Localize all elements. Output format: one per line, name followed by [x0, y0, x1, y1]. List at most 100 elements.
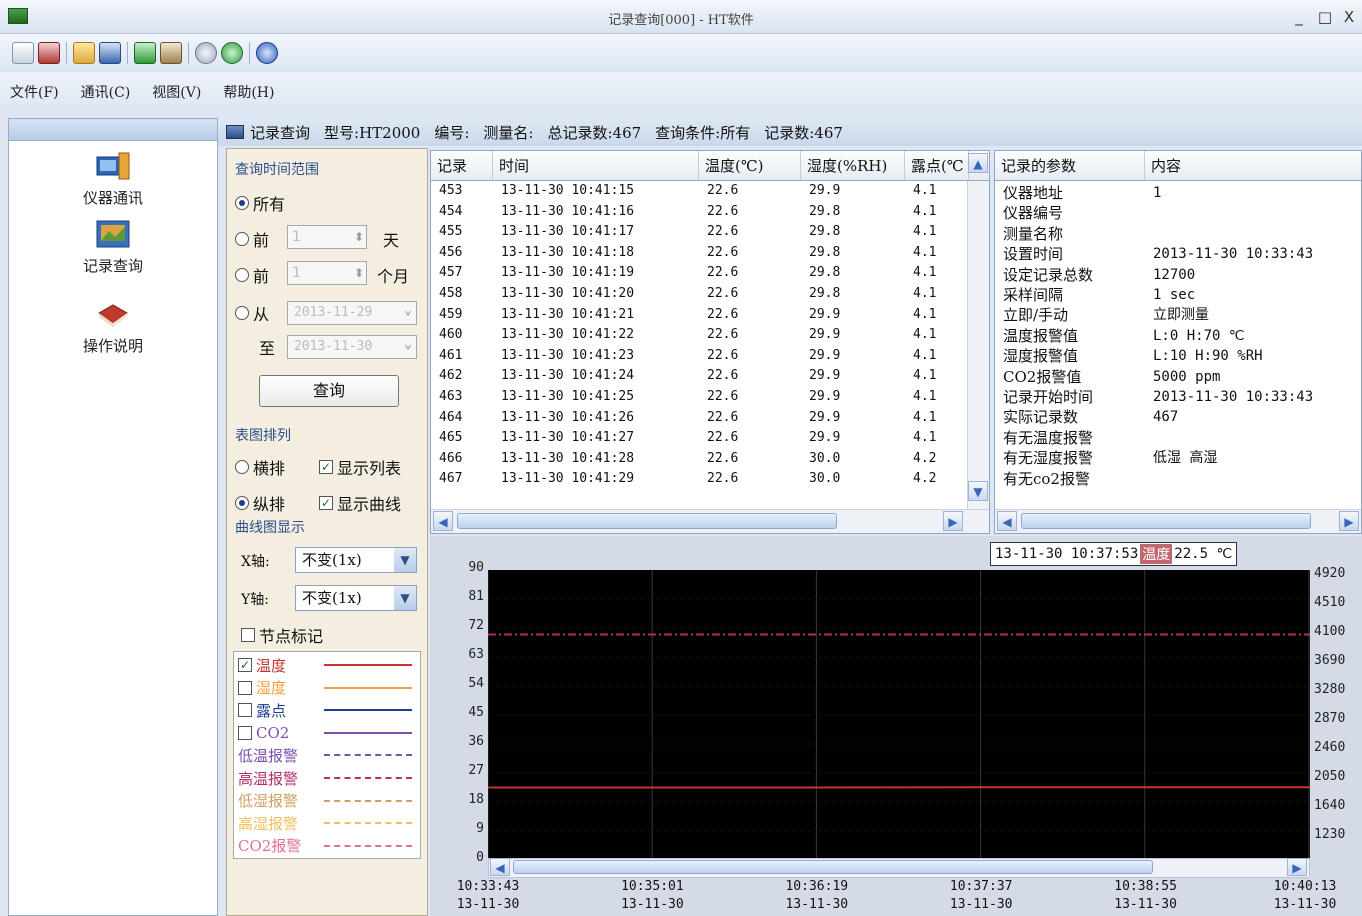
- legend-item[interactable]: 低温报警: [234, 744, 420, 766]
- records-horizontal-scrollbar[interactable]: ◀ ▶: [431, 509, 989, 533]
- menu-help[interactable]: 帮助(H): [223, 82, 274, 102]
- radio-unselected-icon: [235, 306, 249, 320]
- col-header-record[interactable]: 记录: [431, 151, 493, 181]
- days-stepper[interactable]: 1: [287, 225, 367, 249]
- table-cell: 29.9: [809, 368, 841, 384]
- col-header-content[interactable]: 内容: [1145, 151, 1361, 181]
- table-row[interactable]: 455 13-11-30 10:41:17 22.6 29.8 4.1: [431, 222, 967, 242]
- nav-item-record-query[interactable]: 记录查询: [9, 219, 217, 276]
- grid-icon[interactable]: [12, 42, 34, 64]
- maximize-button[interactable]: □: [1316, 8, 1334, 26]
- query-button[interactable]: 查询: [259, 375, 399, 407]
- table-row[interactable]: 463 13-11-30 10:41:25 22.6 29.9 4.1: [431, 387, 967, 407]
- scrollbar-thumb[interactable]: [457, 513, 837, 529]
- legend-item[interactable]: 高温报警: [234, 767, 420, 789]
- scroll-up-icon[interactable]: ▲: [968, 153, 988, 173]
- nav-label: 仪器通讯: [82, 189, 143, 207]
- scroll-right-icon[interactable]: ▶: [943, 511, 963, 531]
- checkbox-checked-icon[interactable]: ✓: [238, 658, 252, 672]
- menu-communication[interactable]: 通讯(C): [81, 82, 131, 102]
- save-icon[interactable]: [99, 42, 121, 64]
- table-cell: 457: [439, 265, 463, 281]
- table-cell: 4.1: [913, 224, 937, 240]
- table-row[interactable]: 453 13-11-30 10:41:15 22.6 29.9 4.1: [431, 181, 967, 201]
- params-horizontal-scrollbar[interactable]: ◀ ▶: [995, 509, 1361, 533]
- table-row[interactable]: 459 13-11-30 10:41:21 22.6 29.9 4.1: [431, 305, 967, 325]
- print-icon[interactable]: [160, 42, 182, 64]
- radio-previous-days[interactable]: 前: [235, 227, 269, 251]
- scrollbar-thumb[interactable]: [513, 860, 1153, 874]
- table-row[interactable]: 454 13-11-30 10:41:16 22.6 29.8 4.1: [431, 202, 967, 222]
- table-cell: 22.6: [707, 286, 739, 301]
- radio-previous-months[interactable]: 前: [235, 263, 269, 287]
- scroll-right-icon[interactable]: ▶: [1287, 858, 1307, 876]
- help-icon[interactable]: [256, 42, 278, 64]
- legend-item[interactable]: 湿度: [234, 677, 420, 699]
- y-tick-label-right: 4510: [1314, 595, 1346, 610]
- x-tick-date: 13-11-30: [1114, 897, 1177, 912]
- export-icon[interactable]: [134, 42, 156, 64]
- table-row[interactable]: 465 13-11-30 10:41:27 22.6 29.9 4.1: [431, 428, 967, 448]
- table-row[interactable]: 456 13-11-30 10:41:18 22.6 29.8 4.1: [431, 243, 967, 263]
- title-bar: 记录查询[000] - HT软件 _ □ X: [0, 0, 1362, 34]
- chart-plot-area[interactable]: [488, 570, 1310, 860]
- power-icon[interactable]: [195, 42, 217, 64]
- col-header-dewpoint[interactable]: 露点(℃: [905, 151, 969, 181]
- records-vertical-scrollbar[interactable]: ▲ ▼: [967, 153, 989, 511]
- checkbox-unchecked-icon[interactable]: [238, 703, 252, 718]
- table-row[interactable]: 461 13-11-30 10:41:23 22.6 29.9 4.1: [431, 346, 967, 366]
- legend-item[interactable]: CO2: [234, 722, 420, 744]
- radio-vertical[interactable]: 纵排: [235, 491, 285, 515]
- col-header-time[interactable]: 时间: [493, 151, 699, 181]
- scrollbar-thumb[interactable]: [1021, 513, 1311, 529]
- table-row[interactable]: 460 13-11-30 10:41:22 22.6 29.9 4.1: [431, 325, 967, 345]
- scroll-left-icon[interactable]: ◀: [490, 858, 510, 876]
- table-row[interactable]: 467 13-11-30 10:41:29 22.6 30.0 4.2: [431, 469, 967, 489]
- checkbox-show-list[interactable]: ✓ 显示列表: [319, 455, 401, 479]
- radio-all[interactable]: 所有: [235, 191, 285, 215]
- table-row[interactable]: 462 13-11-30 10:41:24 22.6 29.9 4.1: [431, 366, 967, 386]
- table-row[interactable]: 466 13-11-30 10:41:28 22.6 30.0 4.2: [431, 449, 967, 469]
- radio-horizontal[interactable]: 横排: [235, 455, 285, 479]
- table-icon[interactable]: [38, 42, 60, 64]
- radio-date-range[interactable]: 从: [235, 301, 269, 325]
- col-header-humidity[interactable]: 湿度(%RH): [801, 151, 905, 181]
- legend-item[interactable]: 露点: [234, 699, 420, 721]
- nav-item-device-communication[interactable]: 仪器通讯: [9, 151, 217, 208]
- x-axis-zoom-select[interactable]: 不变(1x) ▼: [295, 547, 417, 573]
- checkbox-node-mark[interactable]: 节点标记: [241, 623, 323, 647]
- checkbox-unchecked-icon[interactable]: [238, 680, 252, 695]
- legend-item[interactable]: ✓ 温度: [234, 654, 420, 676]
- close-button[interactable]: X: [1340, 8, 1358, 26]
- legend-item[interactable]: CO2报警: [234, 835, 420, 857]
- refresh-icon[interactable]: [221, 42, 243, 64]
- nav-item-manual[interactable]: 操作说明: [9, 299, 217, 356]
- x-tick-date: 13-11-30: [621, 897, 684, 912]
- chart-horizontal-scrollbar[interactable]: ◀ ▶: [488, 858, 1310, 878]
- legend-item[interactable]: 高湿报警: [234, 812, 420, 834]
- minimize-button[interactable]: _: [1290, 8, 1308, 26]
- menu-file[interactable]: 文件(F): [10, 82, 59, 102]
- scroll-down-icon[interactable]: ▼: [968, 481, 988, 501]
- scroll-left-icon[interactable]: ◀: [997, 511, 1017, 531]
- legend-item[interactable]: 低湿报警: [234, 790, 420, 812]
- checkbox-unchecked-icon[interactable]: [238, 725, 252, 740]
- table-row[interactable]: 458 13-11-30 10:41:20 22.6 29.8 4.1: [431, 284, 967, 304]
- col-header-temperature[interactable]: 温度(℃): [699, 151, 801, 181]
- col-header-parameter[interactable]: 记录的参数: [995, 151, 1145, 181]
- months-stepper[interactable]: 1: [287, 261, 367, 285]
- scroll-right-icon[interactable]: ▶: [1339, 511, 1359, 531]
- scroll-left-icon[interactable]: ◀: [433, 511, 453, 531]
- table-cell: 459: [439, 306, 463, 322]
- radio-unselected-icon: [235, 268, 249, 282]
- to-date-picker[interactable]: 2013-11-30: [287, 334, 417, 359]
- checkbox-show-curve[interactable]: ✓ 显示曲线: [319, 491, 401, 515]
- menu-view[interactable]: 视图(V): [152, 82, 201, 102]
- table-row[interactable]: 464 13-11-30 10:41:26 22.6 29.9 4.1: [431, 408, 967, 428]
- show-curve-label: 显示曲线: [337, 495, 402, 514]
- from-date-picker[interactable]: 2013-11-29: [287, 300, 417, 325]
- folder-open-icon[interactable]: [73, 42, 95, 64]
- x-tick-date: 13-11-30: [785, 897, 849, 912]
- table-row[interactable]: 457 13-11-30 10:41:19 22.6 29.8 4.1: [431, 263, 967, 283]
- y-axis-zoom-select[interactable]: 不变(1x) ▼: [295, 585, 417, 611]
